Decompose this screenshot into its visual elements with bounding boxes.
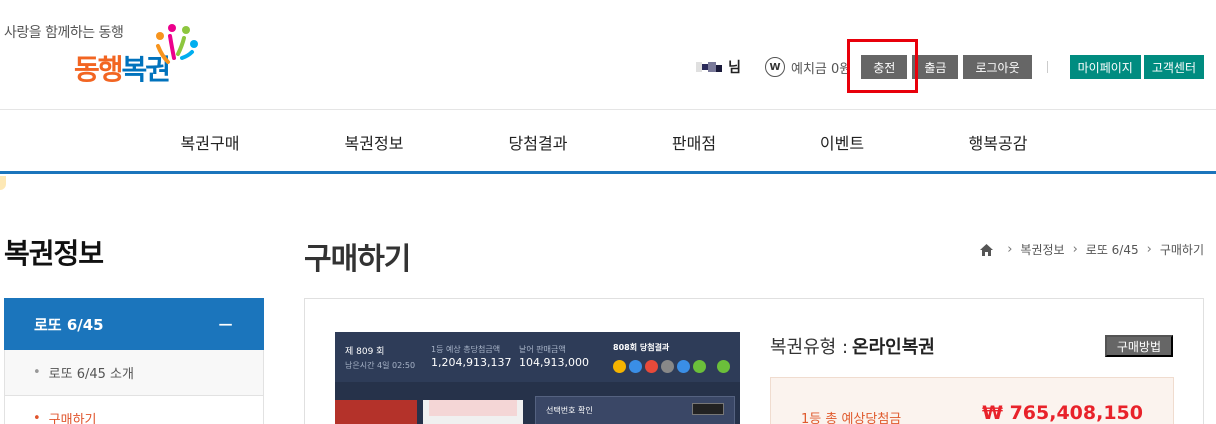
how-to-buy-button[interactable]: 구매방법: [1104, 335, 1173, 357]
mypage-button[interactable]: 마이페이지: [1069, 55, 1141, 79]
prize-label: 1등 총 예상당첨금: [801, 412, 902, 424]
user-name-suffix: 님: [728, 60, 742, 76]
nav-item-results[interactable]: 당첨결과: [509, 130, 568, 154]
ball-icon: [645, 360, 658, 373]
breadcrumb-item[interactable]: 로또 6/45: [1086, 241, 1139, 258]
user-area: 님 W 예치금 0원 충전 출금 로그아웃 마이페이지 고객센터: [696, 39, 1216, 93]
chevron-right-icon: ›: [1072, 242, 1078, 257]
game-auto-panel: [335, 400, 417, 424]
customer-center-button[interactable]: 고객센터: [1143, 55, 1204, 79]
game-preview-image[interactable]: 제 809 회 남은시간 4일 02:50 1등 예상 총당첨금액 1,204,…: [335, 332, 740, 424]
nav-item-stores[interactable]: 판매점: [672, 130, 716, 154]
sidebar-sub-label: 로또 6/45 소개: [48, 367, 134, 382]
game-preview-body: 선택번호 확인: [335, 390, 740, 424]
nav-item-buy[interactable]: 복권구매: [181, 130, 240, 154]
nav-item-events[interactable]: 이벤트: [820, 130, 864, 154]
game-sales-label: 낱어 판매금액: [519, 345, 566, 354]
game-sales-value: 104,913,000: [519, 356, 589, 369]
logo-slogan: 사랑을 함께하는 동행: [4, 25, 124, 41]
logo-mark-icon: [156, 24, 198, 64]
ball-icon: [613, 360, 626, 373]
site-logo[interactable]: 사랑을 함께하는 동행 동행복권: [4, 20, 204, 95]
game-panel-title: 선택번호 확인: [546, 406, 593, 415]
top-header: 사랑을 함께하는 동행 동행복권 님 W 예치금 0원 충전 출금 로그아웃 마…: [0, 0, 1216, 110]
deposit-balance: 예치금 0원: [791, 61, 852, 77]
bullet-icon: •: [33, 365, 41, 380]
game-slot-a-bar: [429, 400, 517, 416]
page: 사랑을 함께하는 동행 동행복권 님 W 예치금 0원 충전 출금 로그아웃 마…: [0, 0, 1216, 424]
sidebar-sub-intro[interactable]: • 로또 6/45 소개: [4, 350, 264, 396]
logo-wordmark-a: 동행: [74, 53, 124, 86]
breadcrumb: › 복권정보 › 로또 6/45 › 구매하기: [980, 241, 1204, 258]
sidebar-menu: 로또 6/45 − • 로또 6/45 소개 • 구매하기: [4, 298, 264, 424]
page-title: 구매하기: [304, 242, 411, 277]
game-time-left: 남은시간 4일 02:50: [345, 361, 416, 370]
bullet-icon: •: [33, 411, 41, 424]
user-name-masked: [696, 62, 726, 72]
breadcrumb-item-current: 구매하기: [1159, 243, 1204, 257]
game-accum-label: 1등 예상 총당첨금액: [431, 345, 501, 354]
chevron-right-icon: ›: [1146, 242, 1152, 257]
main-nav: 복권구매 복권정보 당첨결과 판매점 이벤트 행복공감: [0, 110, 1216, 174]
sidebar-title: 복권정보: [4, 237, 104, 270]
collapse-icon[interactable]: −: [217, 312, 234, 336]
ball-icon: [677, 360, 690, 373]
won-currency-icon: W: [765, 57, 786, 77]
breadcrumb-item[interactable]: 복권정보: [1020, 241, 1064, 258]
prize-box: 1등 총 예상당첨금 ₩ 765,408,150: [770, 377, 1174, 424]
nav-item-happiness[interactable]: 행복공감: [969, 130, 1028, 154]
decorative-accent: [0, 176, 6, 190]
game-reset-button: [692, 403, 724, 415]
chevron-right-icon: ›: [1007, 242, 1013, 257]
game-confirm-panel: 선택번호 확인: [535, 396, 735, 424]
lottery-type-value: 온라인복권: [852, 337, 935, 358]
sidebar-item-label: 로또 6/45: [34, 315, 104, 334]
ball-icon: [629, 360, 642, 373]
purchase-card: 제 809 회 남은시간 4일 02:50 1등 예상 총당첨금액 1,204,…: [304, 298, 1204, 424]
game-result-title: 808회 당첨결과: [613, 343, 670, 352]
game-preview-header: 제 809 회 남은시간 4일 02:50 1등 예상 총당첨금액 1,204,…: [335, 332, 740, 382]
charge-wrap: 충전: [847, 39, 919, 93]
nav-item-info[interactable]: 복권정보: [345, 130, 404, 154]
game-round: 제 809 회: [345, 347, 385, 357]
sidebar-sub-label: 구매하기: [48, 413, 97, 424]
ball-icon: [717, 360, 730, 373]
lottery-type-label: 복권유형 :: [770, 337, 849, 358]
sidebar-sub-buy[interactable]: • 구매하기: [4, 396, 264, 424]
ball-icon: [661, 360, 674, 373]
sidebar-item-lotto645[interactable]: 로또 6/45 −: [4, 298, 264, 350]
charge-highlight-box: [847, 39, 919, 93]
header-divider: [1046, 61, 1048, 73]
withdraw-button[interactable]: 출금: [912, 55, 959, 79]
home-icon[interactable]: [980, 243, 994, 256]
prize-value: ₩ 765,408,150: [982, 402, 1143, 424]
logout-button[interactable]: 로그아웃: [963, 55, 1032, 79]
game-accum-value: 1,204,913,137: [431, 356, 512, 369]
lottery-type: 복권유형 : 온라인복권: [770, 333, 935, 359]
ball-icon: [693, 360, 706, 373]
